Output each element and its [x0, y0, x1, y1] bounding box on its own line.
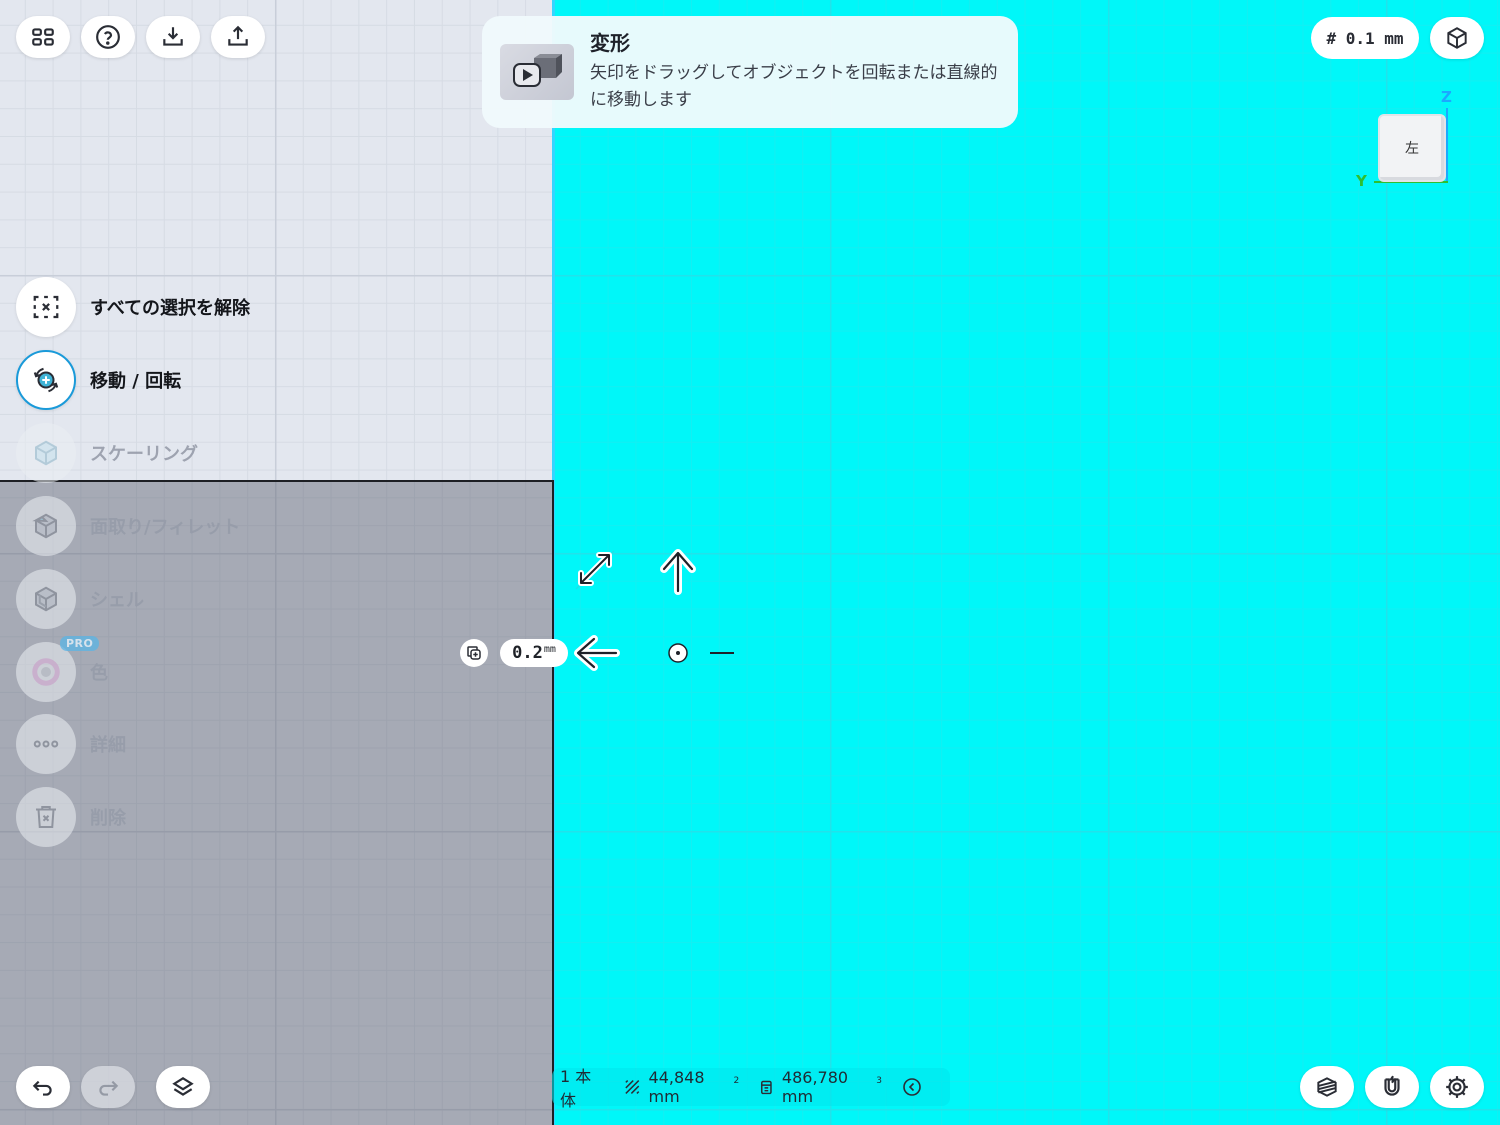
- section-view-button[interactable]: [1300, 1066, 1354, 1108]
- view-mode-button[interactable]: [1430, 17, 1484, 59]
- menu-label-color: 色: [90, 663, 108, 684]
- shell-icon: [35, 586, 57, 612]
- view-cube-icon: [1447, 27, 1467, 49]
- menu-label-shell: シェル: [90, 590, 144, 611]
- gear-icon: [1446, 1076, 1468, 1098]
- view-cube-face-label: 左: [1405, 141, 1419, 157]
- volume-exponent: 3: [876, 1076, 882, 1086]
- tooltip-title: 変形: [590, 31, 630, 55]
- body-count: 1 本体: [560, 1063, 604, 1111]
- trash-icon: [36, 806, 56, 828]
- menu-color[interactable]: PRO 色: [16, 636, 108, 702]
- menu-label-scaling: スケーリング: [90, 444, 198, 465]
- volume-icon: [761, 1080, 772, 1095]
- duplicate-icon: [467, 646, 481, 660]
- status-collapse-button[interactable]: [902, 1077, 930, 1097]
- download-icon: [163, 27, 183, 46]
- menu-scaling[interactable]: スケーリング: [16, 423, 198, 483]
- move-rotate-icon: [33, 367, 59, 393]
- grid-icon: [32, 28, 54, 46]
- grid-menu-button[interactable]: [16, 16, 70, 58]
- redo-icon: [99, 1080, 119, 1096]
- pro-badge: PRO: [60, 636, 100, 651]
- layers-icon: [172, 1077, 194, 1096]
- undo-button[interactable]: [16, 1066, 70, 1108]
- surface-area: 44,848 mm 2: [624, 1068, 739, 1106]
- menu-label-delete: 削除: [90, 808, 126, 829]
- play-video-icon: [513, 54, 562, 87]
- chamfer-icon: [32, 513, 57, 539]
- y-axis-label: Y: [1356, 172, 1367, 190]
- tooltip-description: 矢印をドラッグしてオブジェクトを回転または直線的に移動します: [590, 63, 998, 110]
- menu-label-move-rotate: 移動 / 回転: [90, 371, 182, 392]
- settings-button[interactable]: [1430, 1066, 1484, 1108]
- move-distance-field[interactable]: 0.2 mm: [500, 639, 568, 667]
- deselect-icon: [33, 295, 59, 319]
- menu-details[interactable]: 詳細: [16, 714, 126, 774]
- magnet-icon: [1384, 1075, 1400, 1096]
- menu-label-deselect: すべての選択を解除: [90, 298, 251, 319]
- scale-icon: [35, 440, 57, 466]
- transform-tooltip: 変形 矢印をドラッグしてオブジェクトを回転または直線的に移動します: [482, 16, 1018, 128]
- volume-value: 486,780 mm: [781, 1068, 849, 1106]
- export-button[interactable]: [211, 16, 265, 58]
- menu-move-rotate[interactable]: 移動 / 回転: [16, 350, 181, 410]
- transform-gizmo: [574, 549, 734, 671]
- layers-button[interactable]: [156, 1066, 210, 1108]
- model-status-bar: 1 本体 44,848 mm 2 486,780 mm 3: [552, 1067, 950, 1110]
- move-left-arrow-handle[interactable]: [574, 635, 620, 671]
- snap-button[interactable]: [1365, 1066, 1419, 1108]
- menu-deselect-all[interactable]: すべての選択を解除: [16, 277, 250, 337]
- chevron-left-circle-icon: [903, 1078, 921, 1096]
- surface-area-value: 44,848 mm: [648, 1068, 705, 1106]
- orientation-cube[interactable]: 左: [1378, 114, 1446, 182]
- z-axis-label: Z: [1441, 88, 1452, 106]
- color-icon: [32, 658, 60, 686]
- gizmo-center-handle[interactable]: [668, 643, 688, 663]
- area-exponent: 2: [733, 1076, 740, 1086]
- undo-icon: [32, 1080, 52, 1096]
- move-up-arrow-handle[interactable]: [660, 549, 696, 595]
- menu-delete[interactable]: 削除: [16, 787, 126, 847]
- move-distance-value: 0.2: [512, 643, 543, 663]
- menu-chamfer-fillet[interactable]: 面取り/フィレット: [16, 496, 240, 556]
- share-icon: [228, 25, 248, 46]
- z-axis-line: [1446, 108, 1448, 182]
- volume: 486,780 mm 3: [759, 1068, 882, 1106]
- menu-label-details: 詳細: [90, 735, 126, 756]
- help-icon: [96, 25, 120, 49]
- grid-size-button[interactable]: # 0.1 mm: [1311, 17, 1419, 59]
- more-icon: [33, 740, 59, 748]
- rotate-arrow-handle[interactable]: [575, 550, 615, 590]
- area-hatch-icon: [625, 1080, 640, 1094]
- tooltip-video-thumbnail[interactable]: [500, 44, 574, 100]
- redo-button[interactable]: [81, 1066, 135, 1108]
- body-count-text: 1 本体: [560, 1067, 592, 1110]
- duplicate-button[interactable]: [460, 639, 488, 667]
- help-button[interactable]: [81, 16, 135, 58]
- section-icon: [1317, 1077, 1337, 1097]
- menu-shell[interactable]: シェル: [16, 569, 144, 629]
- move-distance-unit: mm: [543, 643, 556, 655]
- import-button[interactable]: [146, 16, 200, 58]
- menu-label-chamfer: 面取り/フィレット: [90, 517, 241, 538]
